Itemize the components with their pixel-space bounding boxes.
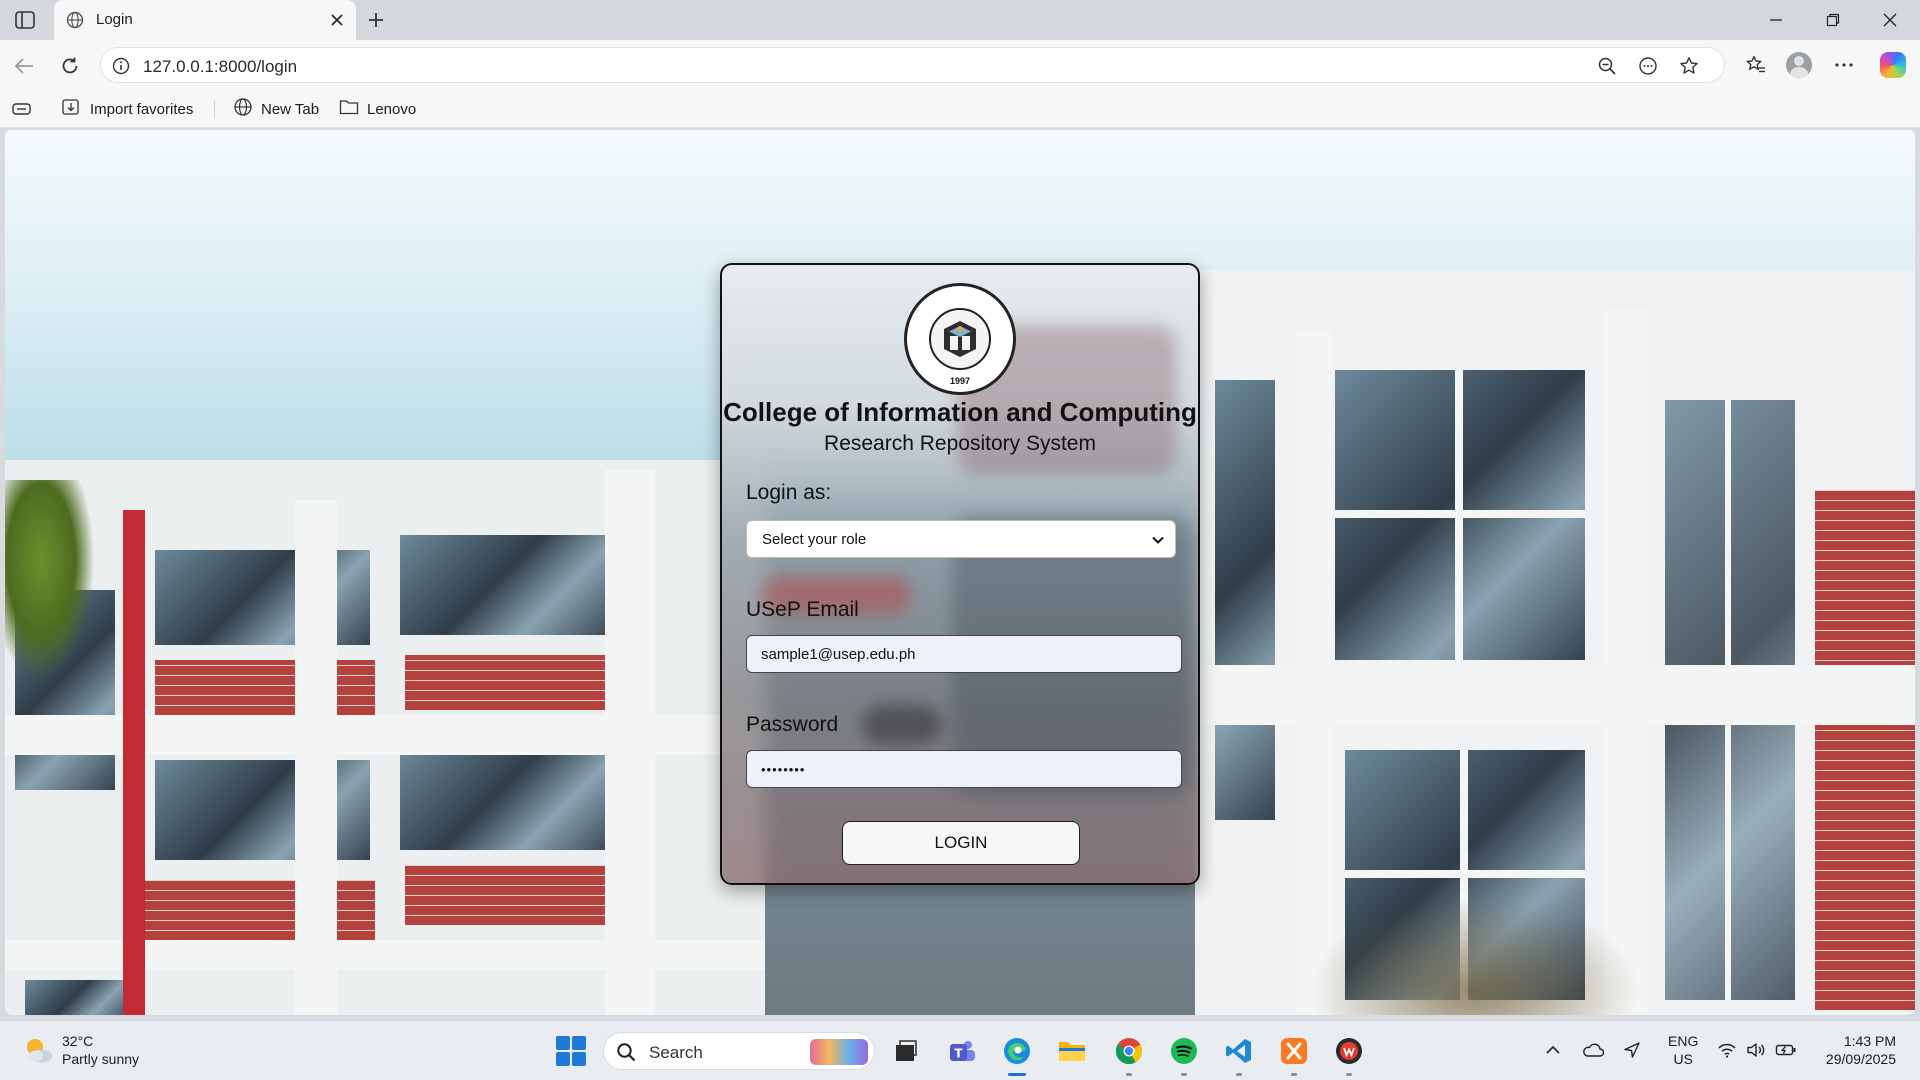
search-label: Search	[649, 1043, 703, 1062]
favorite-new-tab[interactable]: New Tab	[233, 98, 319, 120]
taskbar: 32°C Partly sunny Search T ENG US 1:43 P…	[0, 1020, 1920, 1080]
show-hidden-icons-chevron-icon[interactable]	[1542, 1039, 1564, 1061]
email-field[interactable]: sample1@usep.edu.ph	[746, 635, 1182, 673]
role-select[interactable]: Select your role	[746, 520, 1176, 558]
login-button[interactable]: LOGIN	[842, 821, 1080, 865]
battery-charging-icon[interactable]	[1775, 1039, 1797, 1061]
browser-toolbar: 127.0.0.1:8000/login	[0, 40, 1920, 90]
svg-text:T: T	[954, 1047, 963, 1061]
password-label: Password	[746, 713, 839, 736]
role-label: Login as:	[746, 481, 832, 504]
spotify-icon[interactable]	[1168, 1035, 1200, 1067]
password-field[interactable]: ••••••••	[746, 750, 1182, 788]
clock-time: 1:43 PM	[1843, 1033, 1896, 1049]
partly-sunny-icon	[22, 1034, 54, 1066]
login-card: 1997 College of Information and Computin…	[720, 263, 1200, 885]
favorites-list-icon[interactable]	[1743, 52, 1769, 78]
url-text[interactable]: 127.0.0.1:8000/login	[143, 57, 297, 77]
xampp-icon[interactable]	[1278, 1035, 1310, 1067]
logo-year: 1997	[949, 376, 971, 386]
favorite-star-icon[interactable]	[1678, 55, 1700, 77]
college-logo: 1997	[904, 283, 1016, 395]
page-title: College of Information and Computing	[723, 397, 1197, 427]
weather-temp: 32°C	[62, 1033, 94, 1049]
favorite-label: Import favorites	[90, 100, 194, 118]
weather-widget[interactable]: 32°C Partly sunny	[22, 1032, 139, 1068]
logo-emblem-icon	[929, 308, 991, 370]
vscode-icon[interactable]	[1223, 1035, 1255, 1067]
profile-avatar[interactable]	[1786, 52, 1812, 78]
password-value: ••••••••	[761, 761, 806, 777]
minimize-icon[interactable]	[1762, 10, 1790, 30]
search-highlight-icon	[810, 1039, 868, 1065]
teams-icon[interactable]: T	[946, 1035, 978, 1067]
clock-date: 29/09/2025	[1825, 1051, 1896, 1067]
read-aloud-icon[interactable]	[1637, 55, 1659, 77]
wifi-icon[interactable]	[1716, 1039, 1738, 1061]
zoom-out-icon[interactable]	[1596, 55, 1618, 77]
region-code: US	[1673, 1051, 1693, 1067]
favorite-import[interactable]: Import favorites	[62, 98, 193, 120]
input-language[interactable]: ENG US	[1668, 1032, 1698, 1068]
refresh-icon[interactable]	[57, 53, 83, 79]
taskbar-search[interactable]: Search	[603, 1032, 875, 1070]
restore-icon[interactable]	[1819, 10, 1847, 30]
favorites-bar: Import favorites New Tab Lenovo	[0, 90, 1920, 128]
favorite-lenovo[interactable]: Lenovo	[339, 98, 416, 120]
globe-favicon-icon	[66, 11, 84, 29]
language-code: ENG	[1668, 1033, 1699, 1049]
background-shrub	[1295, 890, 1655, 1015]
tab-login[interactable]: Login	[54, 0, 356, 40]
address-bar[interactable]: 127.0.0.1:8000/login	[100, 47, 1725, 83]
globe-icon	[233, 97, 253, 121]
email-value: sample1@usep.edu.ph	[761, 645, 916, 663]
start-button[interactable]	[556, 1036, 586, 1066]
close-tab-icon[interactable]	[328, 11, 346, 29]
favorites-divider	[214, 100, 215, 118]
favorite-label: New Tab	[261, 100, 320, 118]
tab-title: Login	[96, 11, 133, 28]
background-red-column	[123, 510, 145, 1015]
folder-icon	[339, 98, 359, 120]
back-arrow-icon[interactable]	[11, 53, 37, 79]
favorite-label: Lenovo	[367, 100, 417, 118]
tab-strip: Login	[0, 0, 1920, 40]
volume-speaker-icon[interactable]	[1745, 1039, 1767, 1061]
wps-office-icon[interactable]	[1333, 1035, 1365, 1067]
search-icon	[616, 1042, 636, 1062]
email-label: USeP Email	[746, 598, 859, 621]
weather-desc: Partly sunny	[62, 1051, 140, 1067]
copilot-icon[interactable]	[1880, 52, 1906, 78]
role-select-value: Select your role	[762, 530, 867, 548]
sidebar-toggle-icon[interactable]	[14, 10, 36, 30]
chevron-down-icon	[1151, 533, 1165, 547]
system-clock[interactable]: 1:43 PM 29/09/2025	[1826, 1032, 1896, 1068]
onedrive-cloud-icon[interactable]	[1582, 1039, 1604, 1061]
location-arrow-icon[interactable]	[1621, 1039, 1643, 1061]
more-options-icon[interactable]	[1831, 52, 1857, 78]
chrome-icon[interactable]	[1113, 1035, 1145, 1067]
tab-actions-icon[interactable]	[12, 98, 32, 120]
site-info-icon[interactable]	[111, 56, 131, 76]
edge-browser-icon[interactable]	[1001, 1035, 1033, 1067]
task-view-icon[interactable]	[890, 1035, 922, 1067]
page-subtitle: Research Repository System	[824, 432, 1096, 455]
close-window-icon[interactable]	[1876, 10, 1904, 30]
import-favorites-icon	[62, 98, 82, 120]
background-tree	[5, 480, 95, 680]
new-tab-plus-icon[interactable]	[364, 9, 388, 31]
file-explorer-icon[interactable]	[1056, 1035, 1088, 1067]
background-building-left	[5, 460, 765, 1015]
